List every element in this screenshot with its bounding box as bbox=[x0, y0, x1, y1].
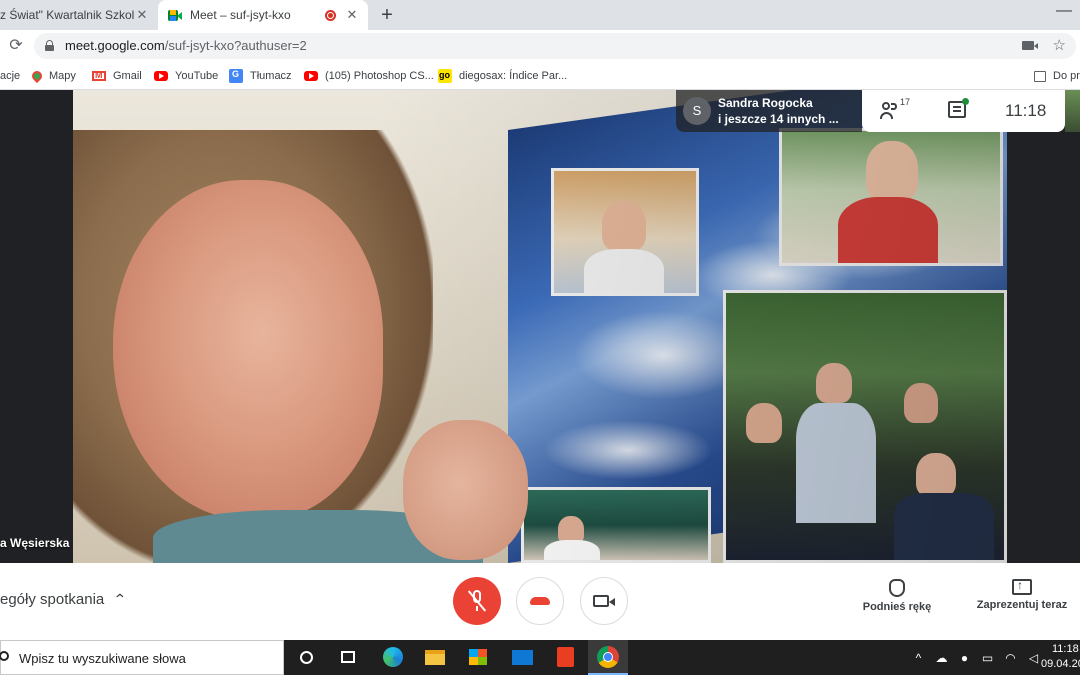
onedrive-icon[interactable]: ☁ bbox=[935, 651, 948, 665]
chevron-up-icon: ⌃ bbox=[113, 591, 128, 607]
chevron-up-icon[interactable]: ^ bbox=[912, 651, 925, 665]
bookmark-maps[interactable]: Mapy bbox=[29, 62, 76, 90]
participant-count: 17 bbox=[900, 97, 911, 107]
presenter-name: Sandra Rogocka bbox=[718, 96, 813, 110]
bookmark-translate[interactable]: Tłumacz bbox=[229, 62, 292, 90]
url-text[interactable]: meet.google.com/suf-jsyt-kxo?authuser=2 bbox=[65, 38, 307, 53]
meet-stage: a Węsierska S Sandra Rogocka i jeszcze 1… bbox=[0, 90, 1080, 563]
camera-toggle-button[interactable] bbox=[580, 577, 628, 625]
raise-hand-button[interactable]: Podnieś rękę bbox=[847, 579, 947, 613]
browser-toolbar: ⟳ meet.google.com/suf-jsyt-kxo?authuser=… bbox=[0, 30, 1080, 62]
go-icon bbox=[438, 69, 452, 83]
bookmarks-bar: acje Mapy Gmail YouTube Tłumacz (105) Ph… bbox=[0, 62, 1080, 90]
raise-hand-label: Podnieś rękę bbox=[862, 601, 932, 613]
windows-taskbar: Wpisz tu wyszukiwane słowa ^ ☁ ● ▭ ◠ ◁ 1… bbox=[0, 640, 1080, 675]
reload-icon[interactable]: ⟳ bbox=[6, 36, 26, 56]
minimize-window-button[interactable]: — bbox=[1056, 2, 1072, 20]
office-icon[interactable] bbox=[554, 646, 576, 668]
edge-icon[interactable] bbox=[382, 646, 404, 668]
taskbar-date[interactable]: 09.04.202 bbox=[1041, 658, 1080, 670]
mail-icon[interactable] bbox=[511, 646, 533, 668]
task-view-icon[interactable] bbox=[337, 646, 359, 668]
hang-up-icon bbox=[530, 597, 550, 605]
system-tray: ^ ☁ ● ▭ ◠ ◁ bbox=[912, 649, 1040, 667]
participant-thumbnail[interactable] bbox=[1065, 90, 1080, 132]
battery-icon[interactable]: ▭ bbox=[981, 651, 994, 665]
youtube-icon bbox=[304, 71, 318, 81]
meet-icon bbox=[168, 9, 182, 21]
tab-meet[interactable]: Meet – suf-jsyt-kxo ✕ bbox=[158, 0, 368, 30]
store-icon[interactable] bbox=[467, 646, 489, 668]
reading-list[interactable]: Do pr bbox=[1034, 62, 1080, 90]
volume-icon[interactable]: ◁ bbox=[1027, 651, 1040, 665]
present-screen-icon bbox=[1012, 578, 1032, 595]
bookmark-star-icon[interactable]: ☆ bbox=[1053, 36, 1066, 54]
bookmark-gmail[interactable]: Gmail bbox=[92, 62, 142, 90]
search-placeholder: Wpisz tu wyszukiwane słowa bbox=[19, 651, 186, 666]
gmail-icon bbox=[92, 70, 106, 81]
bookmark-youtube[interactable]: YouTube bbox=[154, 62, 218, 90]
new-tab-button[interactable]: + bbox=[376, 4, 398, 26]
tab-kwartalnik[interactable]: z Świat" Kwartalnik Szkolny ✕ bbox=[0, 0, 158, 30]
speaker-video[interactable] bbox=[73, 90, 1007, 563]
chrome-icon[interactable] bbox=[588, 640, 628, 675]
meet-control-bar: egóły spotkania⌃ Podnieś rękę Zaprezentu… bbox=[0, 563, 1080, 640]
translate-icon bbox=[229, 69, 243, 83]
maps-icon bbox=[29, 68, 45, 84]
lock-icon[interactable] bbox=[45, 40, 54, 51]
presenter-chip[interactable]: S Sandra Rogocka i jeszcze 14 innych ... bbox=[676, 90, 862, 132]
bookmark-item[interactable]: acje bbox=[0, 62, 20, 90]
speaker-name-label: a Węsierska bbox=[0, 536, 70, 550]
search-icon bbox=[0, 651, 9, 661]
meeting-info-panel: 17 11:18 bbox=[862, 90, 1065, 132]
address-bar[interactable]: meet.google.com/suf-jsyt-kxo?authuser=2 … bbox=[34, 33, 1076, 59]
mic-off-icon bbox=[467, 590, 487, 612]
speaker-person bbox=[73, 120, 528, 563]
people-icon[interactable]: 17 bbox=[880, 97, 911, 122]
bookmark-diegosax[interactable]: diegosax: Índice Par... bbox=[438, 62, 567, 90]
camera-in-use-icon[interactable] bbox=[1022, 41, 1038, 50]
microphone-toggle-button[interactable] bbox=[453, 577, 501, 625]
avatar: S bbox=[683, 97, 711, 125]
youtube-icon bbox=[154, 71, 168, 81]
meeting-clock: 11:18 bbox=[1005, 101, 1047, 120]
others-count-label: i jeszcze 14 innych ... bbox=[718, 112, 839, 126]
cortana-icon[interactable] bbox=[295, 646, 317, 668]
present-now-label: Zaprezentuj teraz bbox=[976, 599, 1068, 611]
taskbar-search-input[interactable]: Wpisz tu wyszukiwane słowa bbox=[0, 640, 284, 675]
close-tab-icon[interactable]: ✕ bbox=[134, 7, 150, 23]
hand-icon bbox=[889, 579, 905, 597]
bookmark-photoshop[interactable]: (105) Photoshop CS... bbox=[304, 62, 434, 90]
recording-icon bbox=[325, 9, 336, 21]
close-tab-icon[interactable]: ✕ bbox=[344, 7, 360, 23]
chat-notification-dot bbox=[962, 98, 969, 105]
microphone-icon[interactable]: ● bbox=[958, 651, 971, 665]
browser-tab-strip: z Świat" Kwartalnik Szkolny ✕ Meet – suf… bbox=[0, 0, 1080, 30]
reading-list-icon bbox=[1034, 70, 1046, 82]
tab-title: Meet – suf-jsyt-kxo bbox=[190, 8, 291, 22]
meeting-details-button[interactable]: egóły spotkania ⌃ bbox=[0, 591, 128, 608]
file-explorer-icon[interactable] bbox=[424, 646, 446, 668]
leave-call-button[interactable] bbox=[516, 577, 564, 625]
present-now-button[interactable]: Zaprezentuj teraz bbox=[972, 578, 1072, 611]
taskbar-clock[interactable]: 11:18 bbox=[1052, 643, 1079, 655]
camera-icon bbox=[593, 595, 615, 607]
tab-title: z Świat" Kwartalnik Szkolny bbox=[0, 8, 134, 22]
wifi-icon[interactable]: ◠ bbox=[1004, 651, 1017, 665]
